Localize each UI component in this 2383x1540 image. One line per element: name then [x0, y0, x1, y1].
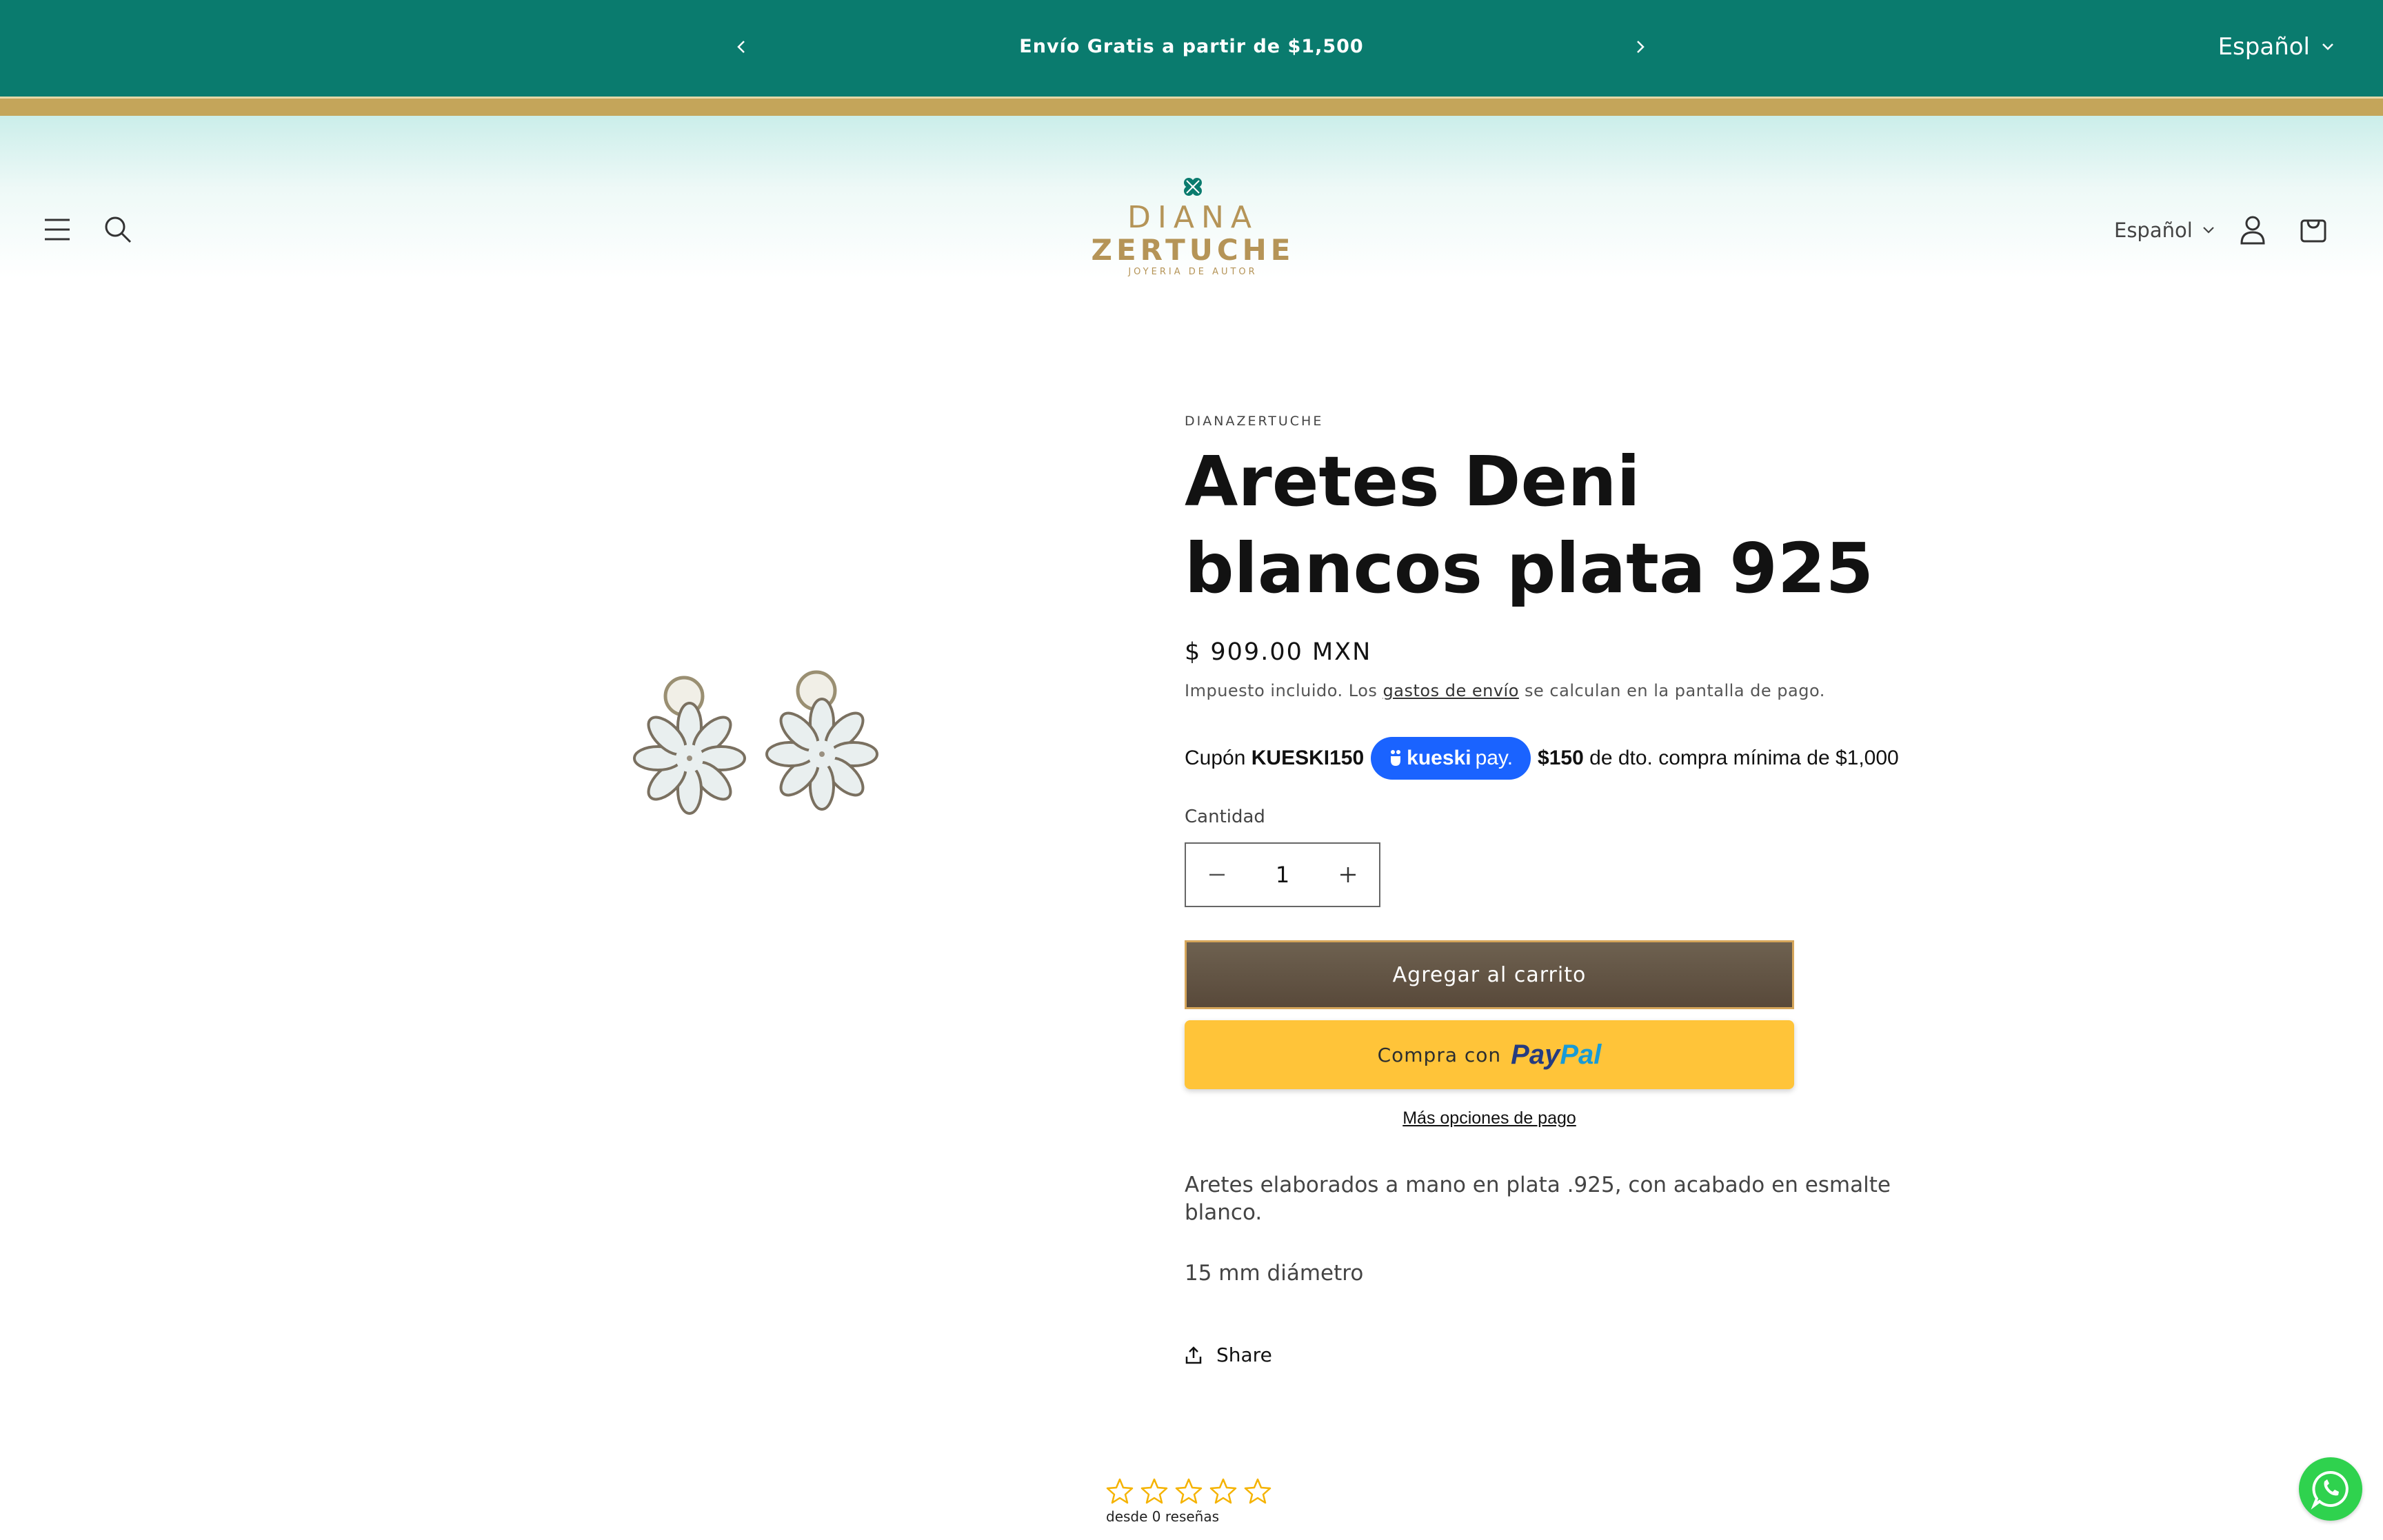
share-button[interactable]: Share	[1185, 1344, 1323, 1366]
product-vendor: DIANAZERTUCHE	[1185, 414, 1324, 429]
product-info: DIANAZERTUCHE Aretes Deni blancos plata …	[1185, 414, 1943, 1366]
earring-right	[765, 670, 878, 811]
add-to-cart-button[interactable]: Agregar al carrito	[1185, 940, 1794, 1009]
paypal-logo-pal: Pal	[1560, 1039, 1602, 1070]
share-icon	[1185, 1346, 1202, 1364]
paypal-prefix: Compra con	[1377, 1043, 1502, 1066]
announcement-language-label: Español	[2218, 33, 2310, 61]
kueski-logo-icon	[1391, 750, 1401, 766]
search-button[interactable]	[94, 205, 142, 254]
reviews-widget[interactable]: desde 0 reseñas	[1106, 1478, 1271, 1525]
tax-note-after: se calculan en la pantalla de pago.	[1518, 681, 1825, 700]
kueskipay-badge[interactable]: kueski pay.	[1371, 737, 1531, 780]
paypal-button[interactable]: Compra con PayPal	[1185, 1020, 1794, 1089]
quantity-stepper	[1185, 842, 1380, 907]
more-payment-options-link[interactable]: Más opciones de pago	[1185, 1108, 1794, 1128]
minus-icon	[1209, 873, 1225, 876]
product-title: Aretes Deni blancos plata 925	[1185, 441, 1874, 609]
product-size: 15 mm diámetro	[1185, 1261, 1364, 1286]
shipping-link[interactable]: gastos de envío	[1383, 681, 1519, 700]
chevron-right-icon	[1637, 41, 1645, 53]
plus-icon	[1340, 867, 1356, 882]
star-rating	[1106, 1478, 1271, 1504]
star-icon	[1209, 1478, 1237, 1504]
product-description: Aretes elaborados a mano en plata .925, …	[1185, 1173, 1891, 1225]
announcement-bar: Envío Gratis a partir de $1,500 Español	[0, 0, 2383, 97]
product-price: $ 909.00 MXN	[1185, 638, 1372, 666]
announcement-prev-button[interactable]	[723, 28, 761, 66]
earring-left	[633, 676, 746, 815]
cart-button[interactable]	[2289, 205, 2337, 254]
account-button[interactable]	[2229, 205, 2277, 254]
coupon-suffix: de dto. compra mínima de $1,000	[1589, 747, 1899, 769]
quantity-label: Cantidad	[1185, 807, 1265, 827]
chevron-down-icon	[2203, 227, 2214, 234]
quantity-input[interactable]	[1248, 862, 1317, 888]
announcement-language-selector[interactable]: Español	[2218, 25, 2335, 69]
coupon-amount: $150	[1538, 747, 1584, 769]
paypal-logo-pay: Pay	[1511, 1039, 1560, 1070]
star-icon	[1140, 1478, 1168, 1504]
quantity-increase-button[interactable]	[1317, 844, 1379, 906]
product-image[interactable]	[621, 662, 896, 841]
logo-line-2: ZERTUCHE	[1091, 233, 1295, 267]
announcement-next-button[interactable]	[1620, 28, 1659, 66]
chevron-left-icon	[737, 41, 745, 53]
search-icon	[105, 216, 132, 243]
logo-tagline: JOYERIA DE AUTOR	[1128, 267, 1258, 277]
logo-line-1: DIANA	[1127, 200, 1258, 235]
announcement-message: Envío Gratis a partir de $1,500	[1019, 36, 1364, 57]
quantity-decrease-button[interactable]	[1186, 844, 1248, 906]
share-label: Share	[1216, 1344, 1272, 1366]
kueski-coupon: Cupón KUESKI150 kueski pay. $150 de dto. …	[1185, 736, 1943, 780]
paypal-logo: PayPal	[1511, 1040, 1601, 1071]
whatsapp-button[interactable]	[2299, 1457, 2362, 1521]
coupon-code: KUESKI150	[1251, 747, 1365, 769]
star-icon	[1175, 1478, 1203, 1504]
kueski-badge-bold: kueski	[1407, 747, 1471, 769]
review-count: desde 0 reseñas	[1106, 1508, 1220, 1525]
header-language-selector[interactable]: Español	[2114, 216, 2215, 244]
menu-button[interactable]	[33, 205, 81, 254]
kueski-badge-rest: pay.	[1475, 747, 1514, 769]
star-icon	[1244, 1478, 1271, 1504]
site-header: DIANA ZERTUCHE JOYERIA DE AUTOR Español	[0, 116, 2383, 278]
header-language-label: Español	[2114, 219, 2193, 242]
whatsapp-icon	[2311, 1470, 2349, 1510]
chevron-down-icon	[2322, 43, 2333, 50]
coupon-prefix: Cupón	[1185, 747, 1246, 769]
cart-icon	[2300, 219, 2326, 243]
account-icon	[2240, 216, 2265, 245]
tax-note: Impuesto incluido. Los gastos de envío s…	[1185, 681, 1943, 700]
star-icon	[1106, 1478, 1134, 1504]
tax-note-before: Impuesto incluido. Los	[1185, 681, 1383, 700]
site-logo[interactable]: DIANA ZERTUCHE JOYERIA DE AUTOR	[1089, 175, 1296, 278]
gold-divider	[0, 97, 2383, 116]
menu-icon	[45, 219, 70, 241]
clover-logo-icon	[1184, 178, 1202, 196]
